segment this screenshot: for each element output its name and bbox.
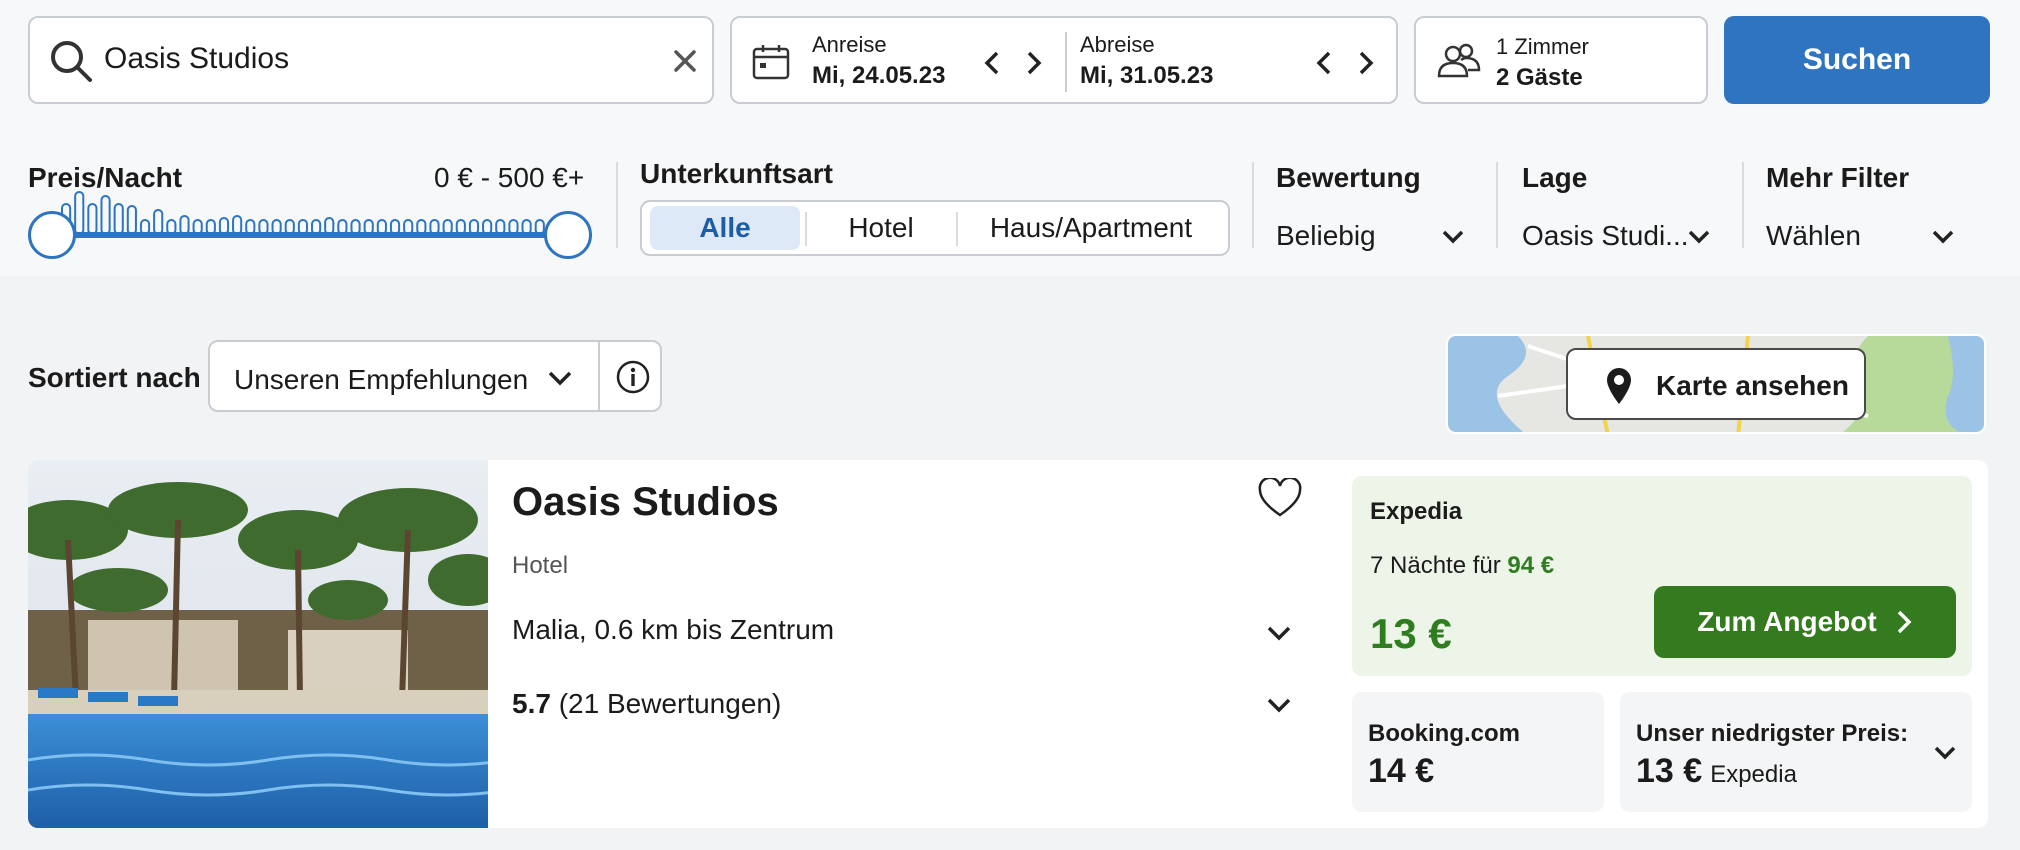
rating-score: 5.7	[512, 688, 551, 719]
calendar-icon	[752, 45, 790, 80]
search-button[interactable]: Suchen	[1724, 16, 1990, 104]
chevron-down-icon[interactable]	[1264, 690, 1294, 720]
lowest-price-panel[interactable]: Unser niedrigster Preis: 13 € Expedia	[1620, 692, 1972, 812]
histogram-bar	[87, 203, 98, 234]
search-field[interactable]: Oasis Studios	[28, 16, 714, 104]
location-filter-value[interactable]: Oasis Studi...	[1522, 220, 1689, 252]
offer-provider: Expedia	[1370, 498, 1463, 525]
guests-picker[interactable]: 1 Zimmer 2 Gäste	[1414, 16, 1708, 104]
offer-nights-price: 94 €	[1507, 552, 1555, 579]
accommodation-type-toggle: Alle Hotel Haus/Apartment	[640, 200, 1230, 256]
offer-price: 13 €	[1370, 610, 1452, 657]
chevron-down-icon[interactable]	[1930, 224, 1956, 250]
price-slider-max-handle[interactable]	[544, 211, 592, 259]
offer-nights: 7 Nächte für 94 €	[1370, 552, 1554, 580]
histogram-bar	[74, 191, 85, 234]
sort-dropdown[interactable]: Unseren Empfehlungen	[208, 340, 662, 412]
price-slider-min-handle[interactable]	[28, 211, 76, 259]
more-filters-value[interactable]: Wählen	[1766, 220, 1861, 252]
filter-divider	[1496, 162, 1498, 248]
price-histogram	[61, 191, 558, 234]
hotel-name[interactable]: Oasis Studios	[512, 480, 779, 525]
hotel-location[interactable]: Malia, 0.6 km bis Zentrum	[512, 614, 834, 646]
guests-count: 2 Gäste	[1496, 64, 1583, 91]
accommodation-type-title: Unterkunftsart	[640, 158, 833, 189]
to-offer-button[interactable]: Zum Angebot	[1654, 586, 1956, 658]
rating-filter-title: Bewertung	[1276, 162, 1421, 193]
more-filters-title: Mehr Filter	[1766, 162, 1910, 193]
histogram-bar	[100, 195, 111, 234]
checkout-label: Abreise	[1080, 32, 1155, 57]
price-slider-track[interactable]	[52, 232, 566, 238]
checkout-value[interactable]: Mi, 31.05.23	[1080, 62, 1213, 90]
map-pin-icon	[1607, 368, 1631, 404]
info-icon[interactable]	[616, 360, 650, 394]
offer-nights-text: 7 Nächte für	[1370, 552, 1501, 579]
sort-label: Sortiert nach	[28, 362, 201, 393]
hotel-result-card: Oasis Studios Hotel Malia, 0.6 km bis Ze…	[28, 460, 1988, 828]
chevron-right-icon[interactable]	[1020, 50, 1046, 76]
lowest-price-source: Expedia	[1710, 761, 1797, 788]
filter-divider	[1742, 162, 1744, 248]
alt-offer-price: 14 €	[1368, 752, 1435, 790]
lowest-price-value: 13 € Expedia	[1636, 752, 1797, 791]
search-input[interactable]: Oasis Studios	[104, 42, 289, 76]
histogram-bar	[113, 203, 124, 234]
chevron-down-icon[interactable]	[1932, 740, 1958, 766]
chevron-right-icon	[1897, 610, 1912, 634]
guests-icon	[1437, 43, 1481, 78]
chevron-right-icon[interactable]	[1352, 50, 1378, 76]
hotel-photo[interactable]	[28, 460, 488, 828]
heart-icon[interactable]	[1258, 478, 1302, 518]
chevron-down-icon[interactable]	[546, 364, 574, 392]
rooms-value: 1 Zimmer	[1496, 34, 1589, 59]
alt-offer-provider: Booking.com	[1368, 720, 1521, 747]
lowest-price-label: Unser niedrigster Preis:	[1636, 720, 1909, 747]
view-map-button[interactable]: Karte ansehen	[1566, 348, 1866, 420]
chevron-down-icon[interactable]	[1264, 618, 1294, 648]
hotel-type: Hotel	[512, 552, 569, 579]
filter-divider	[616, 162, 618, 248]
chevron-left-icon[interactable]	[1312, 50, 1338, 76]
chevron-left-icon[interactable]	[980, 50, 1006, 76]
hotel-rating[interactable]: 5.7 (21 Bewertungen)	[512, 688, 781, 720]
date-divider	[1065, 32, 1067, 92]
clear-icon[interactable]	[670, 46, 700, 76]
accommodation-option-apartment[interactable]: Haus/Apartment	[958, 206, 1224, 250]
sort-value[interactable]: Unseren Empfehlungen	[234, 364, 528, 396]
rating-count: (21 Bewertungen)	[558, 688, 782, 719]
chevron-down-icon[interactable]	[1440, 224, 1466, 250]
lowest-price-amount: 13 €	[1636, 752, 1703, 790]
view-map-label: Karte ansehen	[1656, 370, 1849, 401]
histogram-bar	[126, 205, 137, 234]
chevron-down-icon[interactable]	[1686, 224, 1712, 250]
alt-offer-booking[interactable]: Booking.com 14 €	[1352, 692, 1604, 812]
search-icon	[51, 41, 92, 82]
filter-divider	[1252, 162, 1254, 248]
histogram-bar	[153, 209, 164, 234]
location-filter-title: Lage	[1522, 162, 1588, 193]
checkin-label: Anreise	[812, 32, 887, 57]
to-offer-label: Zum Angebot	[1697, 606, 1877, 637]
rating-filter-value[interactable]: Beliebig	[1276, 220, 1376, 252]
checkin-value[interactable]: Mi, 24.05.23	[812, 62, 945, 90]
best-offer-panel[interactable]: Expedia 7 Nächte für 94 € 13 € Zum Angeb…	[1352, 476, 1972, 676]
accommodation-option-hotel[interactable]: Hotel	[806, 206, 956, 250]
sort-divider	[598, 342, 600, 410]
accommodation-option-all[interactable]: Alle	[650, 206, 800, 250]
date-picker[interactable]: Anreise Mi, 24.05.23 Abreise Mi, 31.05.2…	[730, 16, 1398, 104]
